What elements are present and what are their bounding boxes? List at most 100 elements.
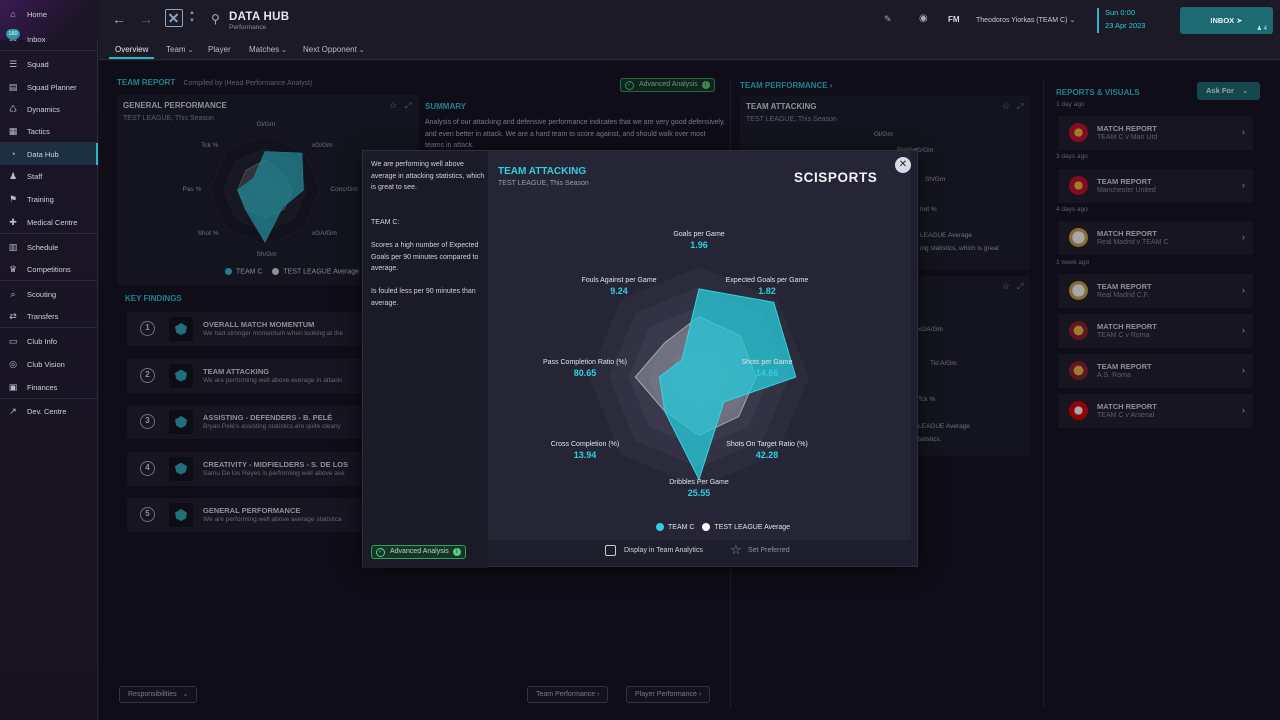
- modal-insights-panel: We are performing well above average in …: [363, 151, 488, 568]
- page-title: DATA HUB: [229, 11, 290, 23]
- sidebar-divider: [0, 142, 98, 143]
- medical-icon: ✚: [9, 217, 17, 227]
- radar-axis-value: 25.55: [687, 488, 711, 498]
- forward-arrow-icon[interactable]: →: [139, 11, 153, 27]
- scisports-logo: SCISPORTS: [794, 170, 878, 185]
- sidebar-item-label: Club Vision: [27, 359, 65, 369]
- pencil-icon[interactable]: ✎: [884, 14, 892, 25]
- dynamics-icon: ♺: [8, 104, 18, 114]
- sidebar-item-squad-planner[interactable]: ▤ Squad Planner: [0, 76, 98, 98]
- tab-next-opponent[interactable]: Next Opponent ⌄: [303, 45, 365, 54]
- sidebar-item-label: Data Hub: [27, 149, 59, 159]
- sidebar-item-dynamics[interactable]: ♺ Dynamics: [0, 98, 98, 120]
- sidebar-item-label: Staff: [27, 171, 43, 181]
- sidebar-item-squad[interactable]: ☰ Squad: [0, 53, 98, 75]
- club-badge-icon[interactable]: ◉: [919, 13, 928, 24]
- inbox-count: ♟ 4: [1257, 25, 1267, 33]
- search-icon[interactable]: ⚲: [211, 12, 220, 26]
- radar-axis-value: 42.28: [755, 450, 779, 460]
- sidebar-item-label: Club Info: [27, 336, 58, 346]
- tab-label: Overview: [115, 45, 149, 54]
- game-day-time: Sun 0:00: [1105, 8, 1136, 17]
- sidebar-item-scouting[interactable]: ⌕ Scouting: [0, 283, 98, 305]
- close-icon[interactable]: ✕: [895, 157, 911, 173]
- sidebar-divider: [0, 50, 98, 51]
- home-icon: ⌂: [10, 9, 16, 19]
- set-preferred-label[interactable]: Set Preferred: [748, 547, 790, 554]
- radar-axis-label: Goals per Game: [673, 231, 725, 238]
- sidebar-item-staff[interactable]: ♟ Staff: [0, 165, 98, 187]
- sidebar-item-label: Competitions: [27, 264, 71, 274]
- tab-team[interactable]: Team ⌄: [166, 45, 193, 54]
- person-icon: ♟: [1256, 26, 1262, 32]
- inbox-label: INBOX: [1210, 16, 1235, 25]
- trophy-icon: ♛: [8, 264, 18, 274]
- sidebar-divider: [0, 233, 98, 234]
- sidebar: ⌂ Home ✉ Inbox ☰ Squad ▤ Squad Planner ♺ Dynamics…: [0, 0, 98, 720]
- radar-axis-label: Pass Completion Ratio (%): [542, 359, 628, 366]
- scouting-icon: ⌕: [10, 289, 16, 299]
- training-icon: ⚑: [8, 194, 18, 204]
- sidebar-item-label: Finances: [27, 382, 58, 392]
- tab-matches[interactable]: Matches ⌄: [249, 45, 287, 54]
- inbox-badge: 160: [6, 29, 20, 39]
- sidebar-item-tactics[interactable]: ▦ Tactics: [0, 120, 98, 142]
- tab-label: Player: [208, 45, 231, 54]
- display-in-team-analytics-checkbox[interactable]: [605, 545, 616, 556]
- sidebar-item-home[interactable]: ⌂ Home: [0, 3, 98, 25]
- chevron-down-icon: ⌄: [279, 47, 288, 54]
- star-icon[interactable]: ☆: [730, 542, 742, 558]
- sidebar-item-dev-centre[interactable]: ↗ Dev. Centre: [0, 400, 98, 422]
- sidebar-item-label: Home: [27, 9, 48, 19]
- chevron-down-icon: ⌄: [1069, 17, 1076, 24]
- sidebar-item-label: Transfers: [27, 311, 59, 321]
- display-in-team-analytics-label: Display in Team Analytics: [624, 547, 703, 554]
- radar-axis-value: 1.82: [758, 286, 776, 296]
- fm-logo[interactable]: FM: [948, 15, 960, 24]
- radar-axis-label: Fouls Against per Game: [581, 277, 657, 284]
- sidebar-item-label: Squad: [27, 59, 49, 69]
- sidebar-item-transfers[interactable]: ⇄ Transfers: [0, 305, 98, 327]
- sidebar-item-training[interactable]: ⚑ Training: [0, 188, 98, 210]
- staff-icon: ♟: [8, 171, 18, 181]
- tab-label: Team: [166, 45, 186, 54]
- radar-axis-value: 13.94: [573, 450, 597, 460]
- sidebar-item-label: Dynamics: [27, 104, 60, 114]
- sidebar-item-club-info[interactable]: ▭ Club Info: [0, 330, 98, 352]
- manager-name: Theodoros Yiorkas (TEAM C): [976, 17, 1068, 24]
- manager-selector[interactable]: Theodoros Yiorkas (TEAM C) ⌄: [976, 16, 1075, 24]
- sidebar-item-competitions[interactable]: ♛ Competitions: [0, 258, 98, 280]
- back-arrow-icon[interactable]: ←: [112, 11, 126, 27]
- sidebar-item-label: Tactics: [27, 126, 50, 136]
- sidebar-item-club-vision[interactable]: ◎ Club Vision: [0, 353, 98, 375]
- tab-label: Next Opponent: [303, 45, 357, 54]
- data-hub-icon: ◔: [10, 149, 16, 159]
- sidebar-item-schedule[interactable]: ▥ Schedule: [0, 236, 98, 258]
- sidebar-item-label: Schedule: [27, 242, 59, 252]
- tab-player[interactable]: Player: [208, 45, 231, 54]
- sidebar-item-finances[interactable]: ▣ Finances: [0, 376, 98, 398]
- radar-axis-value: 14.66: [755, 368, 779, 378]
- sidebar-item-medical-centre[interactable]: ✚ Medical Centre: [0, 211, 98, 233]
- tab-label: Matches: [249, 45, 280, 54]
- radar-axis-label: Expected Goals per Game: [725, 277, 809, 284]
- radar-subtitle: TEST LEAGUE, This Season: [498, 180, 589, 187]
- club-vision-icon: ◎: [9, 359, 17, 369]
- radar-axis-label: Shots On Target Ratio (%): [726, 441, 808, 448]
- club-crest-icon[interactable]: [165, 9, 183, 27]
- sidebar-item-label: Dev. Centre: [27, 406, 67, 416]
- tab-overview[interactable]: Overview: [108, 45, 155, 59]
- club-switch-icon[interactable]: ▲ ▼: [189, 9, 195, 25]
- squad-icon: ☰: [8, 59, 18, 69]
- transfers-icon: ⇄: [9, 311, 17, 321]
- sidebar-item-data-hub[interactable]: ◔ Data Hub: [0, 143, 98, 165]
- app-window: ⌂ Home ✉ Inbox ☰ Squad ▤ Squad Planner ♺ Dynamics…: [0, 0, 1280, 720]
- sidebar-item-label: Medical Centre: [27, 217, 78, 227]
- chevron-down-icon: ⌄: [356, 47, 365, 54]
- inbox-button[interactable]: INBOX ➤ ♟ 4: [1180, 7, 1273, 34]
- game-date-text: 23 Apr 2023: [1105, 21, 1146, 30]
- chevron-down-icon: ⌄: [185, 47, 194, 54]
- schedule-icon: ▥: [8, 242, 18, 252]
- radar-title: TEAM ATTACKING: [498, 166, 587, 177]
- team-attacking-modal: We are performing well above average in …: [362, 150, 918, 568]
